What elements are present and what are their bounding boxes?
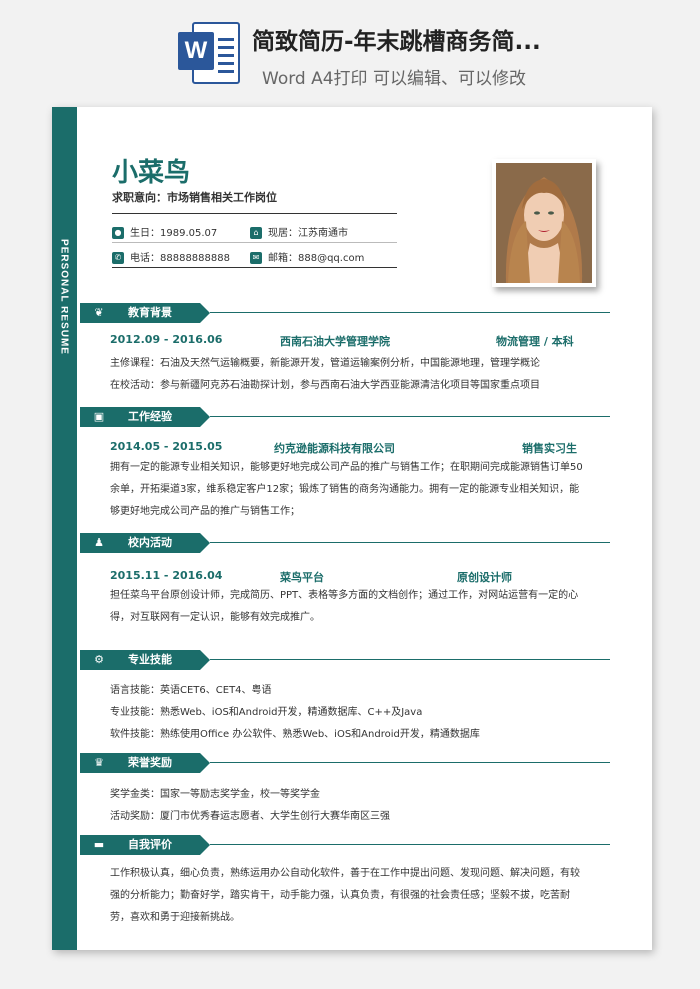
resume-page: PERSONAL RESUME 小菜鸟 求职意向：市场销售相关工作岗位 ● 生日：… <box>52 107 652 950</box>
candidate-name: 小菜鸟 <box>112 158 191 188</box>
info-phone: ✆ 电话：88888888888 <box>112 249 230 264</box>
work-company: 约克逊能源科技有限公司 <box>274 442 395 455</box>
briefcase-icon: ▣ <box>93 410 105 423</box>
education-activities: 在校活动：参与新疆阿克苏石油勘探计划，参与西南石油大学西亚能源清洁化项目等国家重… <box>110 380 540 391</box>
info-email: ✉ 邮箱：888@qq.com <box>250 249 364 264</box>
mail-icon: ✉ <box>250 252 262 264</box>
document-title: 简致简历-年末跳槽商务简... <box>252 29 541 55</box>
section-campus-header: ♟ 校内活动 <box>68 533 628 553</box>
education-school: 西南石油大学管理学院 <box>280 335 390 348</box>
leaf-icon: ❦ <box>94 306 104 319</box>
section-education-header: ❦ 教育背景 <box>68 303 628 323</box>
honors-activity: 活动奖励：厦门市优秀春运志愿者、大学生创行大赛华南区三强 <box>110 811 390 822</box>
work-role: 销售实习生 <box>522 442 577 455</box>
section-skills-header: ⚙ 专业技能 <box>68 650 628 670</box>
profile-photo-frame <box>492 159 596 287</box>
section-honors-header: ♛ 荣誉奖励 <box>68 753 628 773</box>
job-intention: 求职意向：市场销售相关工作岗位 <box>112 191 277 204</box>
work-period: 2014.05 - 2015.05 <box>110 440 223 453</box>
education-major: 物流管理 / 本科 <box>496 335 574 348</box>
word-document-icon: W <box>178 20 240 84</box>
gear-icon: ⚙ <box>94 653 104 666</box>
home-icon: ⌂ <box>250 227 262 239</box>
education-period: 2012.09 - 2016.06 <box>110 333 223 346</box>
info-birth: ● 生日：1989.05.07 <box>112 224 217 239</box>
document-banner: W 简致简历-年末跳槽商务简... Word A4打印 可以编辑、可以修改 <box>0 0 700 102</box>
people-icon: ♟ <box>94 536 104 549</box>
skills-software: 软件技能：熟练使用Office 办公软件、熟悉Web、iOS和Android开发… <box>110 729 480 740</box>
skills-professional: 专业技能：熟悉Web、iOS和Android开发，精通数据库、C++及Java <box>110 707 423 718</box>
honors-scholarship: 奖学金类：国家一等励志奖学金，校一等奖学金 <box>110 789 320 800</box>
trophy-icon: ♛ <box>94 756 104 769</box>
card-icon: ▬ <box>93 838 105 851</box>
section-work-header: ▣ 工作经验 <box>68 407 628 427</box>
word-icon-letter: W <box>178 32 214 70</box>
campus-role: 原创设计师 <box>457 571 512 584</box>
self-description: 工作积极认真，细心负责，熟练运用办公自动化软件，善于在工作中提出问题、发现问题、… <box>110 868 580 923</box>
profile-photo <box>496 163 592 283</box>
campus-org: 菜鸟平台 <box>280 571 324 584</box>
side-label: PERSONAL RESUME <box>58 239 70 355</box>
section-self-header: ▬ 自我评价 <box>68 835 628 855</box>
info-divider <box>112 242 397 243</box>
resume-sidebar <box>52 107 77 950</box>
info-residence: ⌂ 现居：江苏南通市 <box>250 224 348 239</box>
document-subtitle: Word A4打印 可以编辑、可以修改 <box>262 69 526 89</box>
campus-period: 2015.11 - 2016.04 <box>110 569 223 582</box>
education-courses: 主修课程：石油及天然气运输概要，新能源开发，管道运输案例分析，中国能源地理，管理… <box>110 358 540 369</box>
skills-language: 语言技能：英语CET6、CET4、粤语 <box>110 685 272 696</box>
work-description: 拥有一定的能源专业相关知识，能够更好地完成公司产品的推广与销售工作；在职期间完成… <box>110 462 583 517</box>
header-divider <box>112 213 397 214</box>
phone-icon: ✆ <box>112 252 124 264</box>
person-icon: ● <box>112 227 124 239</box>
info-bottom-divider <box>112 267 397 268</box>
campus-description: 担任菜鸟平台原创设计师，完成简历、PPT、表格等多方面的文档创作；通过工作，对网… <box>110 590 579 623</box>
